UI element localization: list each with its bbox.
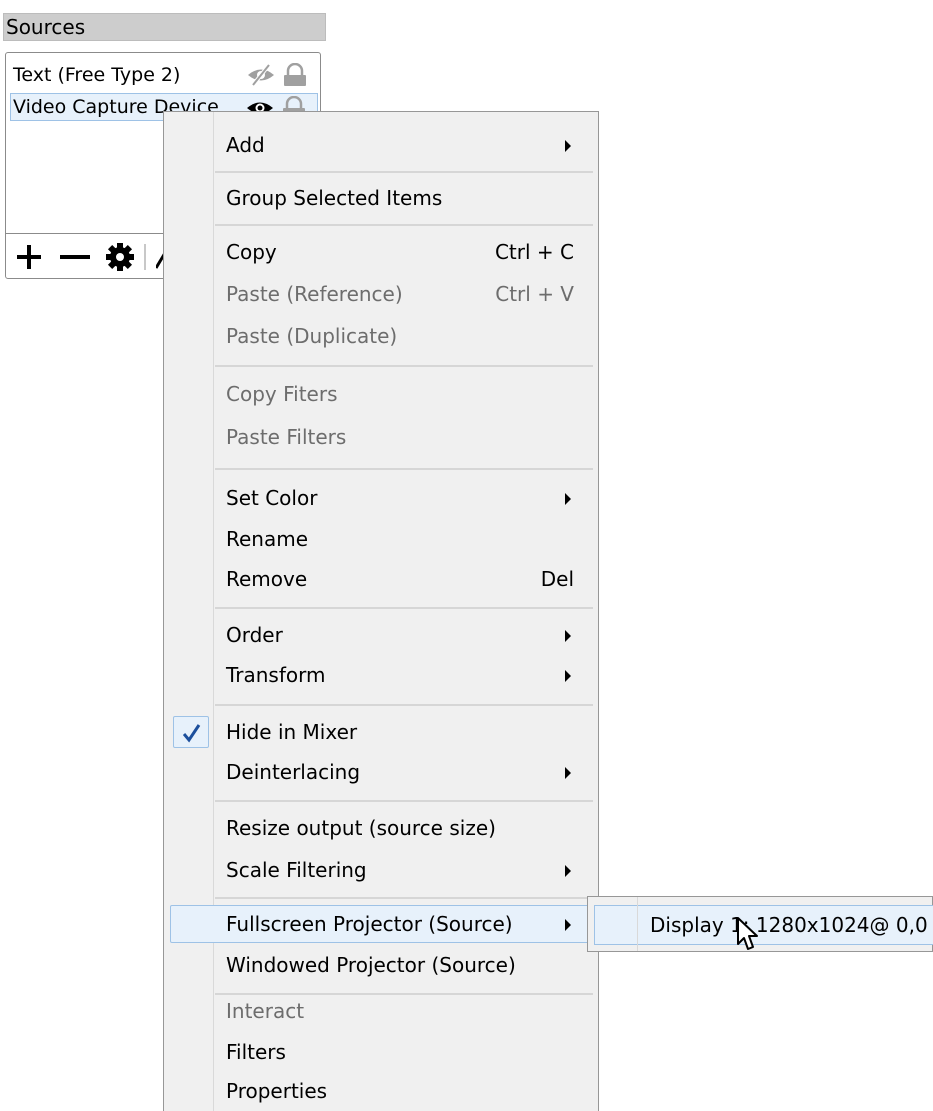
submenu-arrow-icon bbox=[565, 865, 571, 877]
menu-item-rename[interactable]: Rename bbox=[226, 523, 574, 555]
menu-item-add[interactable]: Add bbox=[226, 129, 574, 161]
menu-item-label: Set Color bbox=[226, 486, 318, 510]
menu-item-label: Properties bbox=[226, 1079, 328, 1103]
source-item-label: Text (Free Type 2) bbox=[13, 64, 181, 86]
submenu-arrow-icon bbox=[565, 493, 571, 505]
menu-item-label: Fullscreen Projector (Source) bbox=[226, 912, 513, 936]
menu-item-deinterlacing[interactable]: Deinterlacing bbox=[226, 756, 574, 788]
menu-item-order[interactable]: Order bbox=[226, 619, 574, 651]
submenu-arrow-icon bbox=[565, 140, 571, 152]
menu-item-windowed-projector[interactable]: Windowed Projector (Source) bbox=[226, 949, 574, 981]
menu-item-interact[interactable]: Interact bbox=[226, 995, 574, 1027]
shortcut-label: Ctrl + V bbox=[495, 282, 574, 306]
context-menu: Add Group Selected Items Copy Ctrl + C P… bbox=[163, 111, 599, 1111]
sources-dock-title: Sources bbox=[3, 13, 326, 41]
menu-item-fullscreen-projector[interactable]: Fullscreen Projector (Source) bbox=[226, 908, 574, 940]
source-item[interactable]: Text (Free Type 2) bbox=[10, 61, 318, 89]
menu-item-label: Add bbox=[226, 133, 265, 157]
mouse-cursor-icon bbox=[736, 916, 762, 956]
menu-item-hide-in-mixer[interactable]: Hide in Mixer bbox=[226, 716, 574, 748]
menu-item-label: Group Selected Items bbox=[226, 186, 443, 210]
menu-gutter-divider bbox=[213, 112, 214, 1111]
menu-separator bbox=[215, 897, 593, 899]
menu-item-label: Paste Filters bbox=[226, 425, 347, 449]
submenu-arrow-icon bbox=[565, 630, 571, 642]
menu-item-label: Remove bbox=[226, 567, 308, 591]
eye-hidden-icon[interactable] bbox=[246, 64, 276, 86]
menu-separator bbox=[215, 607, 593, 609]
menu-item-label: Copy Fiters bbox=[226, 382, 338, 406]
menu-item-label: Resize output (source size) bbox=[226, 816, 496, 840]
menu-item-filters[interactable]: Filters bbox=[226, 1036, 574, 1068]
toolbar-divider bbox=[144, 244, 146, 270]
lock-open-icon[interactable] bbox=[282, 63, 308, 87]
menu-item-label: Windowed Projector (Source) bbox=[226, 953, 516, 977]
menu-separator bbox=[215, 800, 593, 802]
menu-item-label: Order bbox=[226, 623, 283, 647]
menu-gutter-divider bbox=[637, 897, 638, 951]
menu-separator bbox=[215, 468, 593, 470]
menu-item-label: Filters bbox=[226, 1040, 286, 1064]
menu-separator bbox=[215, 224, 593, 226]
menu-item-copy[interactable]: Copy Ctrl + C bbox=[226, 236, 574, 268]
minus-icon[interactable] bbox=[58, 242, 92, 276]
menu-item-resize-output[interactable]: Resize output (source size) bbox=[226, 812, 574, 844]
menu-item-set-color[interactable]: Set Color bbox=[226, 482, 574, 514]
submenu-arrow-icon bbox=[565, 767, 571, 779]
menu-item-paste-reference[interactable]: Paste (Reference) Ctrl + V bbox=[226, 278, 574, 310]
menu-item-paste-filters[interactable]: Paste Filters bbox=[226, 421, 574, 453]
menu-item-properties[interactable]: Properties bbox=[226, 1075, 574, 1107]
menu-item-scale-filtering[interactable]: Scale Filtering bbox=[226, 854, 574, 886]
menu-item-label: Paste (Reference) bbox=[226, 282, 403, 306]
gear-icon[interactable] bbox=[104, 242, 136, 276]
shortcut-label: Del bbox=[540, 567, 574, 591]
menu-separator bbox=[215, 171, 593, 173]
menu-item-copy-filters[interactable]: Copy Fiters bbox=[226, 378, 574, 410]
hide-in-mixer-checkbox[interactable] bbox=[173, 716, 209, 748]
menu-separator bbox=[215, 704, 593, 706]
menu-item-remove[interactable]: Remove Del bbox=[226, 563, 574, 595]
menu-item-label: Deinterlacing bbox=[226, 760, 361, 784]
plus-icon[interactable] bbox=[14, 242, 44, 276]
menu-item-label: Copy bbox=[226, 240, 277, 264]
menu-item-label: Hide in Mixer bbox=[226, 720, 358, 744]
menu-item-label: Paste (Duplicate) bbox=[226, 324, 398, 348]
submenu-item-display-1[interactable]: Display 1: 1280x1024@ 0,0 bbox=[650, 909, 928, 941]
menu-item-transform[interactable]: Transform bbox=[226, 659, 574, 691]
menu-separator bbox=[215, 365, 593, 367]
menu-item-group-selected[interactable]: Group Selected Items bbox=[226, 182, 574, 214]
shortcut-label: Ctrl + C bbox=[494, 240, 574, 264]
menu-item-label: Interact bbox=[226, 999, 305, 1023]
menu-item-label: Rename bbox=[226, 527, 309, 551]
menu-item-label: Transform bbox=[226, 663, 326, 687]
checkmark-icon bbox=[182, 723, 201, 747]
menu-item-label: Scale Filtering bbox=[226, 858, 367, 882]
submenu-arrow-icon bbox=[565, 670, 571, 682]
submenu-arrow-icon bbox=[565, 919, 571, 931]
menu-item-paste-duplicate[interactable]: Paste (Duplicate) bbox=[226, 320, 574, 352]
